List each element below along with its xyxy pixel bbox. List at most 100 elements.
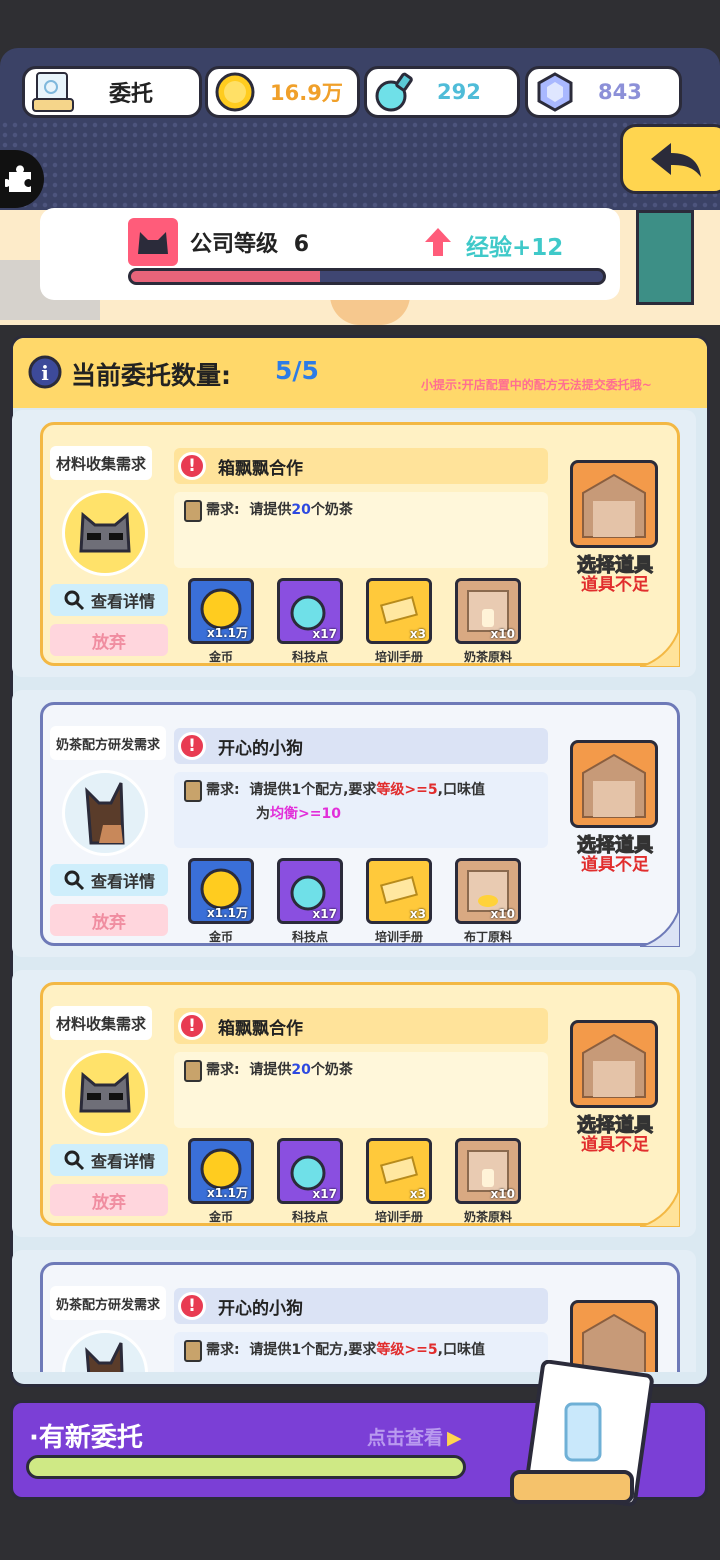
commission-list[interactable]: 材料收集需求 查看详情 放弃 ! 箱飘飘合作 需求: 请提供20个奶茶 x1.1万… [12, 410, 708, 1372]
reward-count: x1.1万 [207, 906, 248, 920]
bottom-bar-area [0, 1510, 720, 1560]
reward-count: x17 [312, 1187, 337, 1201]
select-item-button[interactable] [570, 1020, 658, 1108]
reward-tech[interactable]: x17 [277, 1138, 343, 1204]
tech-value: 292 [437, 80, 481, 104]
svg-text:i: i [41, 361, 49, 385]
new-commission-progress [26, 1455, 466, 1479]
alert-icon: ! [178, 1012, 206, 1040]
scroll-document-icon [510, 1360, 654, 1507]
count-value: 5/5 [275, 356, 319, 385]
reward-coin[interactable]: x1.1万 [188, 1138, 254, 1204]
reward-coin[interactable]: x1.1万 [188, 858, 254, 924]
clipboard-icon [184, 1060, 202, 1082]
card-title-bar: ! 开心的小狗 [174, 1288, 548, 1324]
up-arrow-icon [425, 228, 451, 256]
abandon-button[interactable]: 放弃 [50, 1184, 168, 1216]
card-title: 箱飘飘合作 [218, 1018, 303, 1039]
insufficient-items-label: 道具不足 [581, 855, 649, 875]
reward-label: 金币 [208, 1210, 233, 1224]
hud-pattern [0, 120, 720, 210]
document-icon [32, 72, 74, 112]
reward-book[interactable]: x3 [366, 578, 432, 644]
card-title: 开心的小狗 [218, 738, 303, 759]
reward-material[interactable]: x10 [455, 1138, 521, 1204]
req-text: 请提供 [249, 1062, 292, 1078]
insufficient-items-label: 道具不足 [581, 575, 649, 595]
reward-material[interactable]: x10 [455, 858, 521, 924]
reward-count: x10 [490, 907, 515, 921]
reward-book[interactable]: x3 [366, 1138, 432, 1204]
cat-face-icon [79, 1071, 131, 1113]
reward-count: x3 [409, 907, 426, 921]
view-details-button[interactable]: 查看详情 [50, 584, 168, 616]
reward-material[interactable]: x10 [455, 578, 521, 644]
reward-label: 培训手册 [374, 930, 423, 944]
commission-card: 奶茶配方研发需求 ! 开心的小狗 需求: 请提供1个配方,要求等级>=5,口味值 [12, 1250, 696, 1372]
card-kind: 奶茶配方研发需求 [50, 1286, 167, 1320]
req-prefix: 需求: [206, 502, 240, 518]
requirement-box: 需求: 请提供20个奶茶 [174, 1052, 548, 1128]
view-now-link[interactable]: 点击查看 ▶ [367, 1423, 462, 1450]
alert-icon: ! [178, 1292, 206, 1320]
reward-coin[interactable]: x1.1万 [188, 578, 254, 644]
back-button[interactable] [620, 124, 720, 194]
view-details-button[interactable]: 查看详情 [50, 864, 168, 896]
commission-title-pill: 委托 [22, 66, 202, 118]
commission-card: 材料收集需求 查看详情 放弃 ! 箱飘飘合作 需求: 请提供20个奶茶 x1.1万… [12, 970, 696, 1237]
gem-value: 843 [598, 80, 642, 104]
req-text: 请提供1个配方,要求 [249, 1342, 377, 1358]
req-balance-value: >=10 [298, 806, 341, 822]
abandon-button[interactable]: 放弃 [50, 904, 168, 936]
reward-book[interactable]: x3 [366, 858, 432, 924]
reward-count: x10 [490, 627, 515, 641]
alert-icon: ! [178, 732, 206, 760]
reward-label: 科技点 [291, 930, 328, 944]
req-taste: ,口味值 [437, 1342, 485, 1358]
select-item-button[interactable] [570, 740, 658, 828]
reward-count: x3 [409, 627, 426, 641]
warehouse-icon [582, 753, 646, 818]
req-prefix: 需求: [206, 782, 240, 798]
reward-tech[interactable]: x17 [277, 578, 343, 644]
cat-avatar [62, 1050, 148, 1136]
page-curl [640, 907, 680, 947]
reward-count: x17 [312, 907, 337, 921]
count-label: 当前委托数量: [71, 361, 231, 390]
puzzle-icon [5, 165, 31, 192]
req-level-value: >=5 [404, 1342, 438, 1358]
select-item-button[interactable] [570, 460, 658, 548]
requirement-box: 需求: 请提供1个配方,要求等级>=5,口味值 为均衡>=10 [174, 772, 548, 848]
dog-face-icon [85, 1342, 124, 1372]
coin-value: 16.9万 [270, 81, 343, 105]
card-title: 箱飘飘合作 [218, 458, 303, 479]
page-curl [640, 1187, 680, 1227]
card-kind: 材料收集需求 [50, 1006, 153, 1040]
card-title: 开心的小狗 [218, 1298, 303, 1319]
requirement-box: 需求: 请提供1个配方,要求等级>=5,口味值 [174, 1332, 548, 1372]
reward-label: 培训手册 [374, 650, 423, 664]
view-details-label: 查看详情 [90, 592, 155, 611]
info-icon: i [28, 355, 62, 389]
magnifier-icon [64, 590, 85, 611]
reward-count: x1.1万 [207, 626, 248, 640]
clipboard-icon [184, 500, 202, 522]
view-details-label: 查看详情 [90, 872, 155, 891]
req-text: 请提供1个配方,要求 [249, 782, 377, 798]
abandon-button[interactable]: 放弃 [50, 624, 168, 656]
dog-avatar [62, 770, 148, 856]
view-details-button[interactable]: 查看详情 [50, 1144, 168, 1176]
level-value: 6 [293, 232, 309, 257]
reward-tech[interactable]: x17 [277, 858, 343, 924]
clipboard-icon [184, 1340, 202, 1362]
dog-face-icon [85, 782, 125, 845]
commission-card: 奶茶配方研发需求 查看详情 放弃 ! 开心的小狗 需求: 请提供1个配方,要求等级… [12, 690, 696, 957]
clipboard-icon [184, 780, 202, 802]
page-title: 委托 [109, 82, 154, 107]
insufficient-items-label: 道具不足 [581, 1135, 649, 1155]
req-level: 等级 [376, 1342, 405, 1358]
req-level-value: >=5 [404, 782, 438, 798]
req-text: 请提供 [249, 502, 292, 518]
gem-pill: 843 [525, 66, 682, 118]
view-details-label: 查看详情 [90, 1152, 155, 1171]
